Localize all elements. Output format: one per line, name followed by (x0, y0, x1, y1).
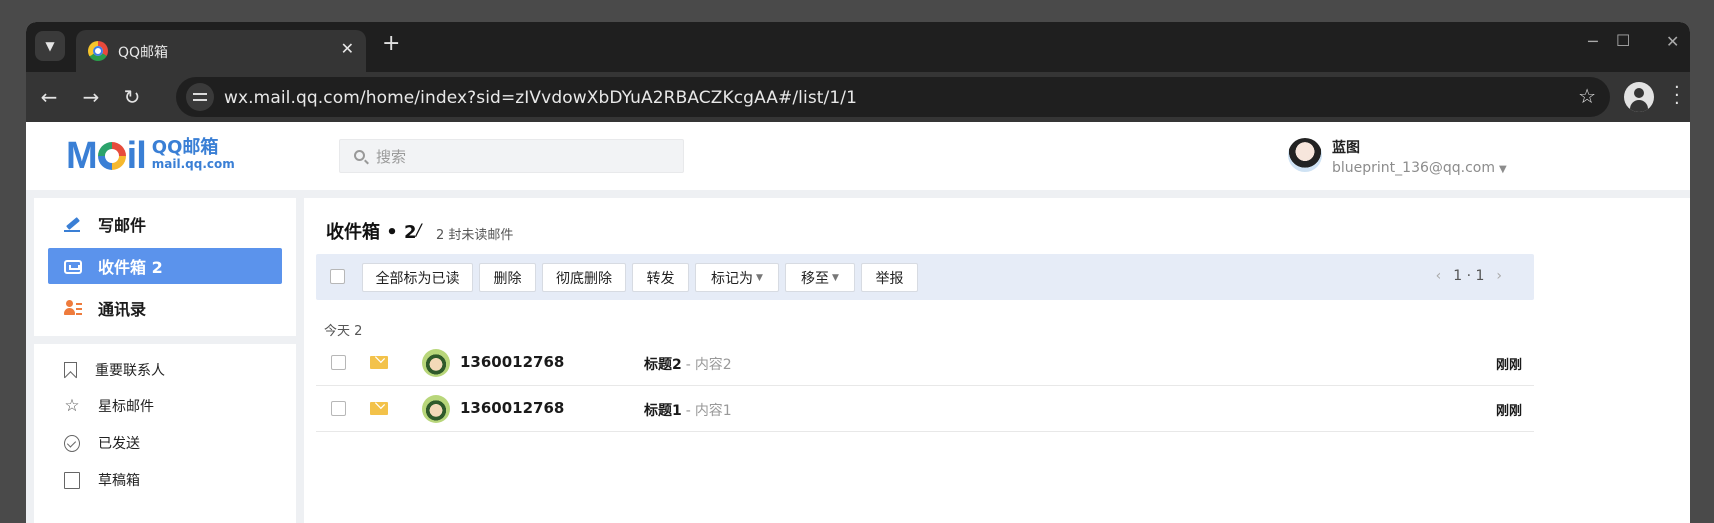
forward-icon[interactable]: → (76, 82, 106, 112)
sidebar-item-label: 通讯录 (98, 300, 147, 319)
page-indicator: 1 · 1 (1453, 268, 1485, 284)
mail-subject-line: 标题1- 内容1 (644, 403, 732, 419)
next-page-icon[interactable]: › (1496, 268, 1502, 284)
url-text[interactable]: wx.mail.qq.com/home/index?sid=zIVvdowXbD… (224, 88, 857, 108)
sender-avatar (422, 349, 450, 377)
reload-icon[interactable]: ↻ (117, 82, 147, 112)
tab-title: QQ邮箱 (118, 45, 169, 61)
mark-as-label: 标记为 (711, 270, 754, 287)
browser-toolbar: ← → ↻ wx.mail.qq.com/home/index?sid=zIVv… (26, 72, 1690, 122)
sender-avatar (422, 395, 450, 423)
window-close-icon[interactable]: ✕ (1666, 32, 1679, 51)
title-separator: / (416, 220, 422, 239)
mail-subject-line: 标题2- 内容2 (644, 357, 732, 373)
bookmark-star-icon[interactable]: ☆ (1578, 84, 1596, 108)
mail-checkbox[interactable] (331, 355, 346, 370)
chrome-favicon-icon (88, 41, 108, 61)
browser-menu-icon[interactable]: · · · (1674, 79, 1680, 113)
user-avatar[interactable] (1288, 138, 1322, 172)
prev-page-icon[interactable]: ‹ (1436, 268, 1442, 284)
mail-row[interactable]: 1360012768 标题1- 内容1 刚刚 (316, 386, 1534, 432)
mail-preview: 内容2 (694, 357, 732, 373)
report-button[interactable]: 举报 (861, 263, 918, 292)
folder-label: 星标邮件 (98, 399, 154, 415)
caret-down-icon: ▼ (832, 272, 839, 283)
user-name[interactable]: 蓝图 (1332, 137, 1360, 157)
delete-button[interactable]: 删除 (479, 263, 536, 292)
browser-window: ▼ QQ邮箱 ✕ + ─ ☐ ✕ ← → ↻ wx.mail.qq.com/ho… (26, 22, 1690, 523)
tab-qqmail[interactable]: QQ邮箱 ✕ (76, 30, 366, 72)
search-box[interactable] (339, 139, 684, 173)
site-info-icon[interactable] (186, 83, 214, 111)
unread-envelope-icon (370, 402, 388, 415)
sidebar-item-starred[interactable]: ☆ 星标邮件 (64, 394, 154, 418)
qqmail-logo[interactable]: Mil QQ邮箱 mail.qq.com (66, 135, 235, 177)
unread-count[interactable]: 2 封未读邮件 (436, 224, 513, 243)
action-bar: 全部标为已读 删除 彻底删除 转发 标记为 ▼ 移至 ▼ 举报 ‹ 1 · 1 › (316, 254, 1534, 300)
tab-search-button[interactable]: ▼ (35, 31, 65, 61)
new-tab-button[interactable]: + (382, 32, 400, 56)
folder-label: 已发送 (98, 436, 140, 452)
mail-sender: 1360012768 (460, 353, 565, 371)
tab-close-icon[interactable]: ✕ (341, 39, 354, 58)
mail-time: 刚刚 (1495, 358, 1522, 373)
maximize-icon[interactable]: ☐ (1616, 31, 1630, 50)
mail-time: 刚刚 (1495, 404, 1522, 419)
search-input[interactable] (376, 144, 666, 170)
logo-cn: QQ邮箱 (151, 137, 219, 158)
bookmark-icon (64, 362, 77, 378)
delete-forever-button[interactable]: 彻底删除 (542, 263, 626, 292)
tab-strip: ▼ QQ邮箱 ✕ + ─ ☐ ✕ (26, 22, 1690, 72)
sidebar-folders: 重要联系人 ☆ 星标邮件 已发送 草稿箱 (34, 344, 296, 523)
date-group-label: 今天 2 (324, 324, 363, 339)
mail-subject: 标题2 (644, 357, 682, 373)
minimize-icon[interactable]: ─ (1588, 32, 1598, 51)
mark-as-dropdown[interactable]: 标记为 ▼ (695, 263, 779, 292)
caret-down-icon: ▼ (756, 272, 763, 283)
profile-icon[interactable] (1624, 82, 1654, 112)
mail-preview: 内容1 (694, 403, 732, 419)
mail-page: Mil QQ邮箱 mail.qq.com 蓝图 blueprint_136@qq… (26, 122, 1690, 523)
draft-icon (64, 471, 80, 489)
pencil-icon (64, 215, 82, 233)
mark-all-read-button[interactable]: 全部标为已读 (362, 263, 473, 292)
logo-mark: Mil (66, 135, 147, 177)
pagination: ‹ 1 · 1 › (1424, 268, 1514, 284)
inbox-icon (64, 260, 82, 274)
contacts-icon (64, 299, 82, 317)
mail-header: Mil QQ邮箱 mail.qq.com 蓝图 blueprint_136@qq… (26, 122, 1690, 190)
move-to-label: 移至 (801, 270, 830, 287)
sidebar-item-contacts[interactable]: 通讯录 (48, 290, 282, 326)
back-icon[interactable]: ← (34, 82, 64, 112)
sidebar-item-vip[interactable]: 重要联系人 (64, 358, 165, 382)
sidebar-item-label: 收件箱 2 (98, 258, 163, 277)
mail-list-panel: 收件箱 • 2 / 2 封未读邮件 全部标为已读 删除 彻底删除 转发 标记为 ▼… (304, 198, 1690, 523)
select-all-checkbox[interactable] (330, 269, 345, 284)
folder-label: 重要联系人 (95, 363, 165, 379)
sidebar-item-drafts[interactable]: 草稿箱 (64, 468, 140, 492)
folder-label: 草稿箱 (98, 473, 140, 489)
move-to-dropdown[interactable]: 移至 ▼ (785, 263, 855, 292)
forward-button[interactable]: 转发 (632, 263, 689, 292)
mail-sender: 1360012768 (460, 399, 565, 417)
caret-down-icon: ▼ (1499, 164, 1507, 175)
user-email[interactable]: blueprint_136@qq.com ▼ (1332, 160, 1507, 176)
address-bar[interactable]: wx.mail.qq.com/home/index?sid=zIVvdowXbD… (176, 77, 1610, 117)
mail-row[interactable]: 1360012768 标题2- 内容2 刚刚 (316, 340, 1534, 386)
check-circle-icon (64, 434, 80, 452)
page-title: 收件箱 • 2 (326, 222, 417, 243)
sidebar-item-label: 写邮件 (98, 216, 147, 235)
sidebar-item-compose[interactable]: 写邮件 (48, 206, 282, 242)
mail-checkbox[interactable] (331, 401, 346, 416)
unread-envelope-icon (370, 356, 388, 369)
sidebar-primary: 写邮件 收件箱 2 通讯录 (34, 198, 296, 336)
mail-subject: 标题1 (644, 403, 682, 419)
search-icon (354, 150, 365, 161)
logo-domain: mail.qq.com (151, 157, 235, 171)
sidebar-item-sent[interactable]: 已发送 (64, 431, 140, 455)
user-email-text: blueprint_136@qq.com (1332, 160, 1496, 176)
sidebar-item-inbox[interactable]: 收件箱 2 (48, 248, 282, 284)
chevron-down-icon: ▼ (45, 39, 55, 53)
star-icon: ☆ (64, 395, 80, 416)
